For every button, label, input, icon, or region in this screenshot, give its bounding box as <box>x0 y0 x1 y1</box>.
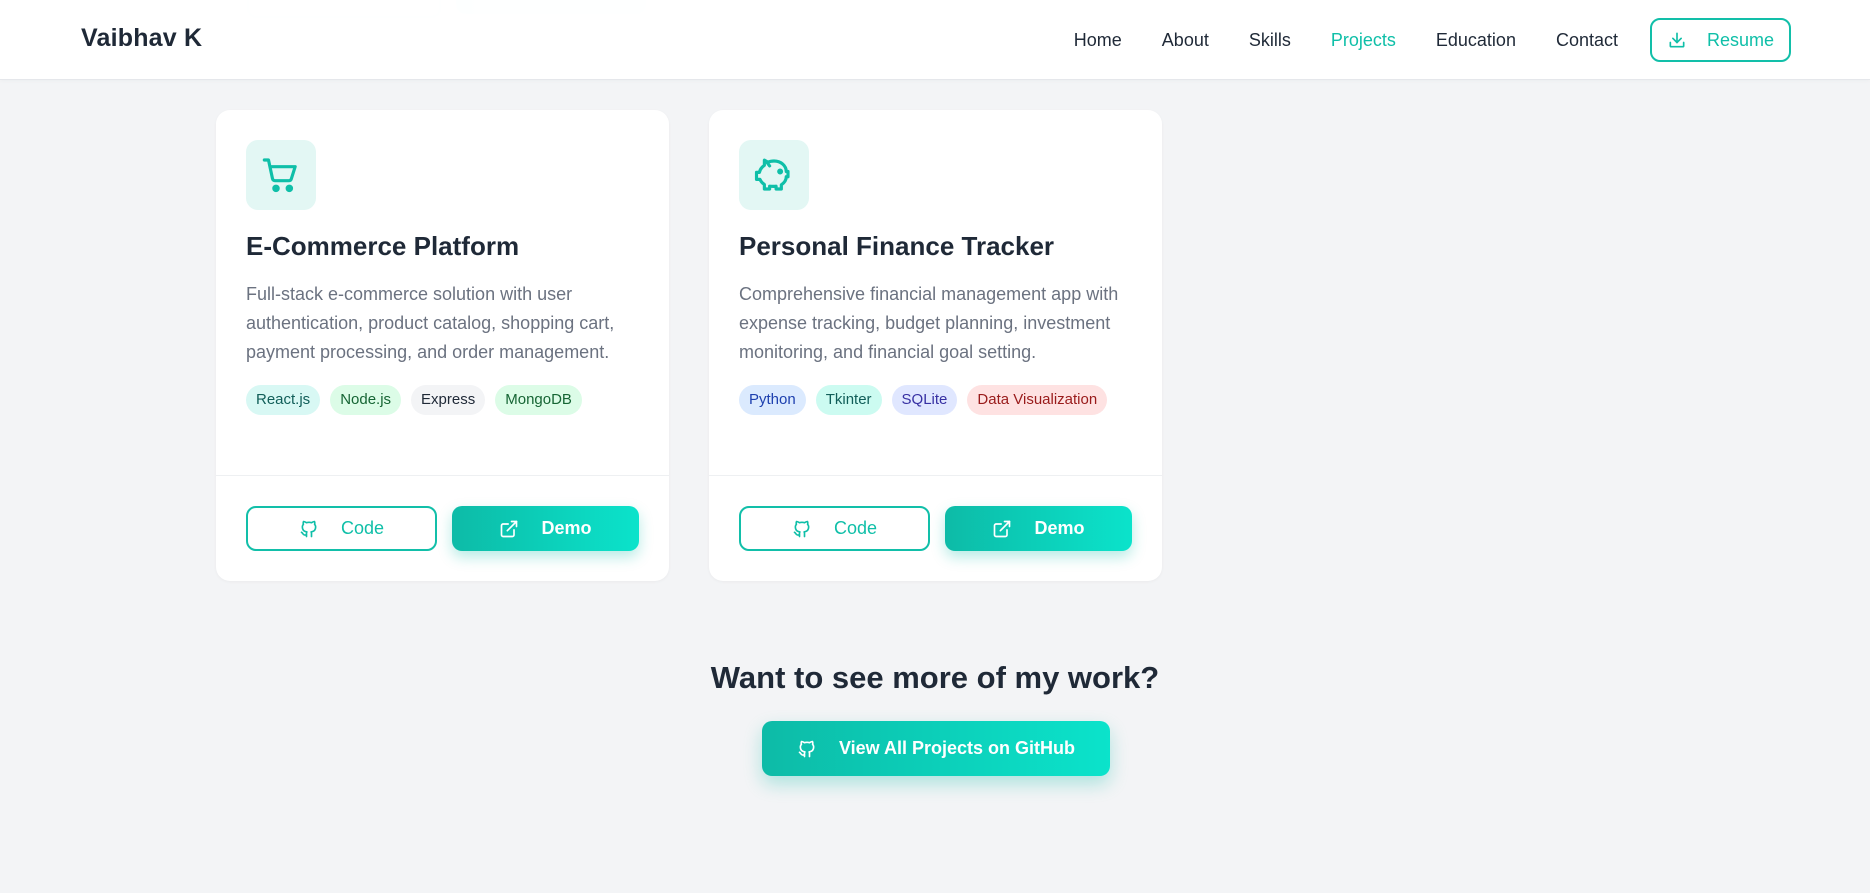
demo-button[interactable]: Demo <box>452 506 639 551</box>
cta-heading: Want to see more of my work? <box>710 660 1160 695</box>
tech-tag: Express <box>411 385 486 415</box>
resume-button[interactable]: Resume <box>1650 18 1791 62</box>
view-all-projects-label: View All Projects on GitHub <box>838 738 1076 758</box>
project-icon-box <box>739 140 809 210</box>
tech-tags: React.js Node.js Express MongoDB <box>246 385 582 415</box>
nav-education[interactable]: Education <box>1436 30 1516 51</box>
card-divider <box>709 475 1162 476</box>
nav-projects[interactable]: Projects <box>1331 30 1396 51</box>
site-header: Vaibhav K Home About Skills Projects Edu… <box>0 0 1870 80</box>
github-icon <box>299 519 319 539</box>
demo-label: Demo <box>541 518 592 538</box>
tech-tag: React.js <box>246 385 321 415</box>
code-label: Code <box>340 518 385 538</box>
shopping-cart-icon <box>261 155 301 195</box>
code-button[interactable]: Code <box>739 506 930 551</box>
tech-tags: Python Tkinter SQLite Data Visualization <box>739 385 1108 415</box>
tech-tag: SQLite <box>891 385 958 415</box>
code-button[interactable]: Code <box>246 506 437 551</box>
piggy-bank-icon <box>753 154 795 196</box>
project-card: Personal Finance Tracker Comprehensive f… <box>709 110 1162 581</box>
nav-about[interactable]: About <box>1162 30 1209 51</box>
nav-home[interactable]: Home <box>1074 30 1122 51</box>
demo-button[interactable]: Demo <box>945 506 1132 551</box>
github-icon <box>792 519 812 539</box>
external-link-icon <box>992 519 1012 539</box>
github-icon <box>797 739 817 759</box>
site-logo[interactable]: Vaibhav K <box>81 24 202 53</box>
nav-skills[interactable]: Skills <box>1249 30 1291 51</box>
project-card: E-Commerce Platform Full-stack e-commerc… <box>216 110 669 581</box>
tech-tag: Tkinter <box>815 385 882 415</box>
project-title: Personal Finance Tracker <box>739 231 1055 261</box>
tech-tag: MongoDB <box>495 385 582 415</box>
tech-tag: Python <box>739 385 806 415</box>
nav-contact[interactable]: Contact <box>1556 30 1618 51</box>
tech-tag: Node.js <box>330 385 402 415</box>
main-nav: Home About Skills Projects Education Con… <box>1074 0 1618 80</box>
project-description: Comprehensive financial management app w… <box>739 284 1119 362</box>
card-divider <box>216 475 669 476</box>
external-link-icon <box>499 519 519 539</box>
resume-label: Resume <box>1706 29 1775 50</box>
download-icon <box>1667 30 1687 50</box>
project-icon-box <box>246 140 316 210</box>
demo-label: Demo <box>1034 518 1085 538</box>
code-label: Code <box>833 518 878 538</box>
tech-tag: Data Visualization <box>967 385 1108 415</box>
project-description: Full-stack e-commerce solution with user… <box>246 284 615 362</box>
project-title: E-Commerce Platform <box>246 231 520 261</box>
view-all-projects-button[interactable]: View All Projects on GitHub <box>762 721 1110 776</box>
